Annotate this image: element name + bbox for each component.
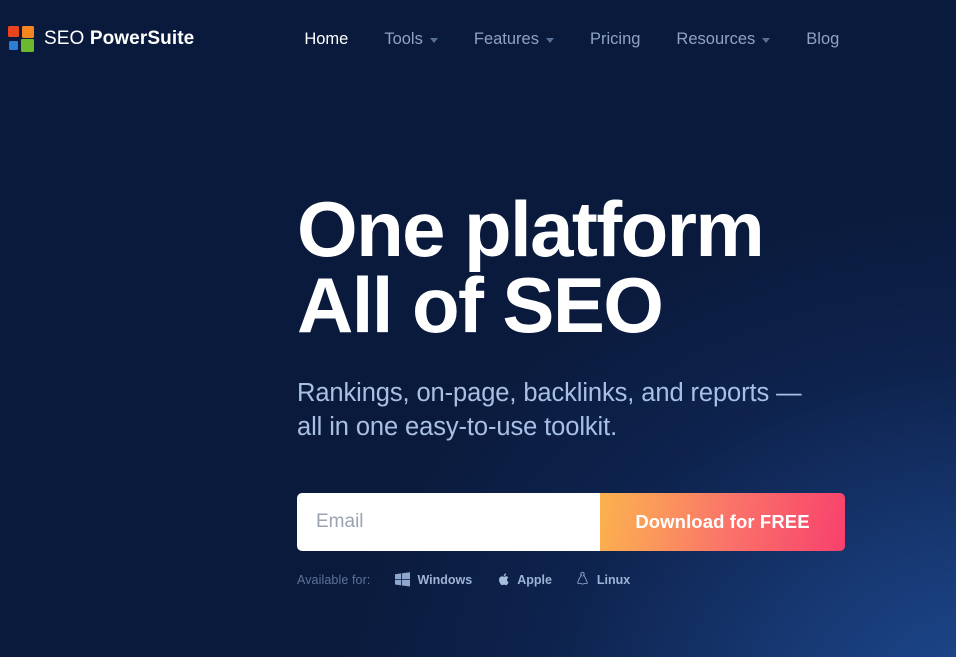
main-navigation: Home Tools Features Pricing Resources Bl…	[291, 24, 857, 55]
signup-form: Download for FREE	[297, 493, 845, 552]
nav-item-features[interactable]: Features	[456, 24, 572, 55]
hero-headline-line-2: All of SEO	[297, 261, 664, 350]
hero-section: One platform All of SEO Rankings, on-pag…	[0, 78, 956, 587]
nav-item-label: Features	[473, 29, 539, 48]
hero-headline-line-1: One platform	[297, 185, 765, 273]
platform-apple[interactable]: Apple	[495, 572, 552, 587]
nav-item-blog[interactable]: Blog	[788, 24, 857, 55]
logo-square-orange	[22, 25, 34, 38]
hero-headline: One platform All of SEO	[297, 185, 956, 350]
platform-label: Apple	[517, 572, 552, 587]
hero-subtitle-line-2: all in one easy-to-use toolkit.	[297, 412, 618, 441]
brand-name-bold: PowerSuite	[89, 28, 195, 49]
brand-logo-link[interactable]: SEO PowerSuite	[8, 25, 194, 53]
apple-icon	[495, 572, 510, 587]
nav-item-label: Tools	[384, 29, 423, 48]
availability-row: Available for: Windows Apple Linux	[297, 572, 956, 587]
nav-item-label: Blog	[806, 29, 840, 48]
windows-icon	[395, 572, 411, 587]
logo-square-green	[21, 38, 34, 52]
nav-item-tools[interactable]: Tools	[366, 24, 456, 55]
hero-subtitle: Rankings, on-page, backlinks, and report…	[297, 377, 956, 444]
chevron-down-icon	[545, 37, 554, 43]
chevron-down-icon	[429, 37, 438, 43]
brand-name: SEO PowerSuite	[44, 28, 194, 50]
nav-item-home[interactable]: Home	[291, 24, 366, 55]
linux-tux-icon	[575, 572, 590, 587]
brand-name-light: SEO	[44, 28, 85, 49]
nav-item-label: Resources	[676, 29, 756, 48]
chevron-down-icon	[762, 37, 771, 43]
landing-page: SEO PowerSuite Home Tools Features Prici…	[0, 0, 956, 657]
platform-linux[interactable]: Linux	[575, 572, 630, 587]
logo-square-red	[8, 25, 19, 37]
site-header: SEO PowerSuite Home Tools Features Prici…	[0, 0, 956, 78]
nav-item-label: Home	[304, 29, 349, 48]
seo-powersuite-logo-icon	[8, 25, 35, 53]
platform-label: Linux	[596, 572, 631, 587]
platform-label: Windows	[417, 572, 473, 587]
nav-item-resources[interactable]: Resources	[658, 24, 788, 55]
nav-item-pricing[interactable]: Pricing	[572, 24, 658, 55]
download-for-free-button[interactable]: Download for FREE	[600, 493, 845, 552]
availability-label: Available for:	[297, 572, 371, 587]
hero-subtitle-line-1: Rankings, on-page, backlinks, and report…	[297, 378, 802, 407]
logo-square-blue	[9, 40, 18, 50]
email-input[interactable]	[297, 493, 600, 552]
nav-item-label: Pricing	[589, 29, 641, 48]
platform-windows[interactable]: Windows	[395, 572, 472, 587]
